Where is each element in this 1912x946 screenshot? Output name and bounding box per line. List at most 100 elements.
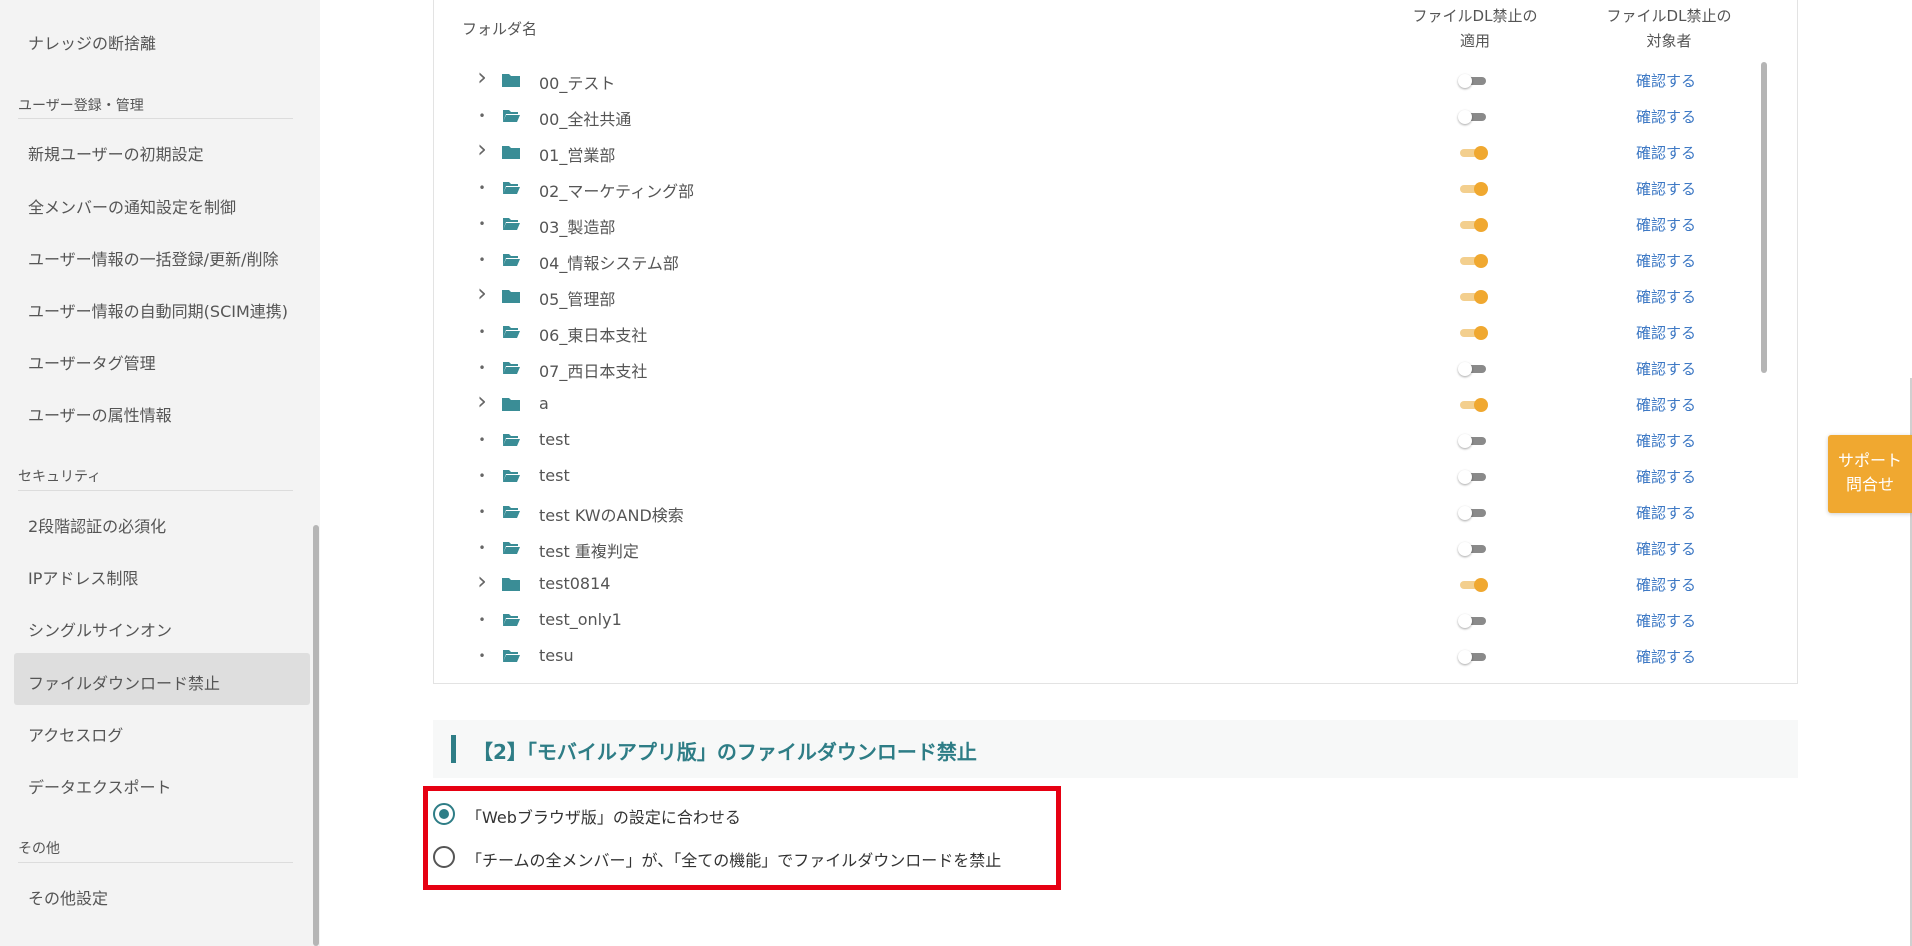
- dl-ban-toggle[interactable]: [1458, 398, 1488, 412]
- folder-name[interactable]: test: [539, 466, 570, 485]
- support-contact-button[interactable]: サポート 問合せ: [1828, 435, 1912, 513]
- folder-open-icon: [503, 614, 520, 626]
- chevron-right-icon[interactable]: ›: [474, 389, 490, 413]
- toggle-knob: [1458, 434, 1472, 448]
- confirm-target-link[interactable]: 確認する: [1636, 178, 1696, 199]
- confirm-target-link[interactable]: 確認する: [1636, 646, 1696, 667]
- sidebar-item-data-export[interactable]: データエクスポート: [28, 774, 172, 798]
- toggle-knob: [1474, 578, 1488, 592]
- sidebar-item-bulk-user-import[interactable]: ユーザー情報の一括登録/更新/削除: [28, 246, 278, 270]
- folder-name[interactable]: test_only1: [539, 610, 622, 629]
- dl-ban-toggle[interactable]: [1458, 218, 1488, 232]
- confirm-target-link[interactable]: 確認する: [1636, 70, 1696, 91]
- dl-ban-toggle[interactable]: [1458, 254, 1488, 268]
- bullet-icon: •: [478, 361, 486, 375]
- radio-button-checked[interactable]: [433, 803, 455, 825]
- sidebar-item-two-factor[interactable]: 2段階認証の必須化: [28, 513, 166, 537]
- folder-name[interactable]: 06_東日本支社: [539, 322, 647, 346]
- folder-name[interactable]: 07_西日本支社: [539, 358, 647, 382]
- folder-name[interactable]: 03_製造部: [539, 214, 615, 238]
- confirm-target-link[interactable]: 確認する: [1636, 106, 1696, 127]
- chevron-right-icon[interactable]: ›: [474, 569, 490, 593]
- bullet-icon: •: [478, 181, 486, 195]
- dl-ban-toggle[interactable]: [1458, 110, 1488, 124]
- folder-name[interactable]: 01_営業部: [539, 142, 615, 166]
- confirm-target-link[interactable]: 確認する: [1636, 574, 1696, 595]
- folder-name[interactable]: a: [539, 394, 549, 413]
- dl-ban-toggle[interactable]: [1458, 506, 1488, 520]
- confirm-target-link[interactable]: 確認する: [1636, 610, 1696, 631]
- folder-name[interactable]: test0814: [539, 574, 610, 593]
- folder-name[interactable]: 00_テスト: [539, 70, 615, 94]
- dl-ban-toggle[interactable]: [1458, 578, 1488, 592]
- toggle-knob: [1474, 146, 1488, 160]
- confirm-target-link[interactable]: 確認する: [1636, 322, 1696, 343]
- folder-name[interactable]: 00_全社共通: [539, 106, 631, 130]
- dl-ban-toggle[interactable]: [1458, 362, 1488, 376]
- sidebar-item-notification-control[interactable]: 全メンバーの通知設定を制御: [28, 194, 236, 218]
- confirm-target-link[interactable]: 確認する: [1636, 502, 1696, 523]
- folder-name[interactable]: test 重複判定: [539, 538, 639, 562]
- sidebar-item-ip-restriction[interactable]: IPアドレス制限: [28, 565, 138, 589]
- dl-ban-toggle[interactable]: [1458, 470, 1488, 484]
- radio-label[interactable]: 「Webブラウザ版」の設定に合わせる: [466, 804, 741, 828]
- folder-name[interactable]: 05_管理部: [539, 286, 615, 310]
- folder-open-icon: [503, 506, 520, 518]
- sidebar-item-new-user-defaults[interactable]: 新規ユーザーの初期設定: [28, 141, 204, 165]
- folder-open-icon: [503, 254, 520, 266]
- sidebar-item-access-log[interactable]: アクセスログ: [28, 722, 123, 746]
- dl-ban-toggle[interactable]: [1458, 434, 1488, 448]
- folder-list-scrollbar[interactable]: [1761, 62, 1767, 373]
- column-header-dl-ban-target: ファイルDL禁止の 対象者: [1579, 4, 1759, 54]
- toggle-knob: [1474, 182, 1488, 196]
- radio-label[interactable]: 「チームの全メンバー」が、「全ての機能」でファイルダウンロードを禁止: [466, 847, 1001, 871]
- folder-name[interactable]: test KWのAND検索: [539, 502, 684, 526]
- folder-name[interactable]: 02_マーケティング部: [539, 178, 694, 202]
- chevron-right-icon[interactable]: ›: [474, 65, 490, 89]
- sidebar-item-knowledge-cleanup[interactable]: ナレッジの断捨離: [28, 30, 156, 54]
- dl-ban-toggle[interactable]: [1458, 74, 1488, 88]
- folder-open-icon: [503, 650, 520, 662]
- sidebar-scrollbar[interactable]: [313, 525, 319, 946]
- dl-ban-toggle[interactable]: [1458, 542, 1488, 556]
- folder-name[interactable]: tesu: [539, 646, 574, 665]
- column-header-line: ファイルDL禁止の: [1606, 7, 1732, 25]
- dl-ban-toggle[interactable]: [1458, 614, 1488, 628]
- dl-ban-toggle[interactable]: [1458, 326, 1488, 340]
- toggle-knob: [1458, 614, 1472, 628]
- sidebar-section-other: その他: [18, 841, 60, 857]
- folder-name[interactable]: test: [539, 430, 570, 449]
- folder-open-icon: [503, 182, 520, 194]
- confirm-target-link[interactable]: 確認する: [1636, 214, 1696, 235]
- confirm-target-link[interactable]: 確認する: [1636, 358, 1696, 379]
- sidebar-item-sso[interactable]: シングルサインオン: [28, 617, 172, 641]
- folder-row: • 03_製造部 確認する: [470, 206, 1770, 242]
- folder-row: • test_only1 確認する: [470, 602, 1770, 638]
- radio-button[interactable]: [433, 846, 455, 868]
- bullet-icon: •: [478, 541, 486, 555]
- dl-ban-toggle[interactable]: [1458, 290, 1488, 304]
- dl-ban-toggle[interactable]: [1458, 650, 1488, 664]
- sidebar-item-scim-sync[interactable]: ユーザー情報の自動同期(SCIM連携): [28, 298, 288, 322]
- toggle-knob: [1458, 542, 1472, 556]
- sidebar-item-user-attributes[interactable]: ユーザーの属性情報: [28, 402, 172, 426]
- sidebar-item-other-settings[interactable]: その他設定: [28, 885, 108, 909]
- folder-name[interactable]: 04_情報システム部: [539, 250, 679, 274]
- chevron-right-icon[interactable]: ›: [474, 137, 490, 161]
- sidebar-item-user-tags[interactable]: ユーザータグ管理: [28, 350, 156, 374]
- folder-open-icon: [503, 542, 520, 554]
- dl-ban-toggle[interactable]: [1458, 146, 1488, 160]
- confirm-target-link[interactable]: 確認する: [1636, 466, 1696, 487]
- confirm-target-link[interactable]: 確認する: [1636, 286, 1696, 307]
- confirm-target-link[interactable]: 確認する: [1636, 430, 1696, 451]
- confirm-target-link[interactable]: 確認する: [1636, 250, 1696, 271]
- folder-icon: [502, 74, 520, 87]
- confirm-target-link[interactable]: 確認する: [1636, 142, 1696, 163]
- bullet-icon: •: [478, 505, 486, 519]
- chevron-right-icon[interactable]: ›: [474, 281, 490, 305]
- confirm-target-link[interactable]: 確認する: [1636, 394, 1696, 415]
- confirm-target-link[interactable]: 確認する: [1636, 538, 1696, 559]
- dl-ban-toggle[interactable]: [1458, 182, 1488, 196]
- sidebar-item-file-download-ban[interactable]: ファイルダウンロード禁止: [28, 670, 220, 694]
- folder-row: • test 確認する: [470, 458, 1770, 494]
